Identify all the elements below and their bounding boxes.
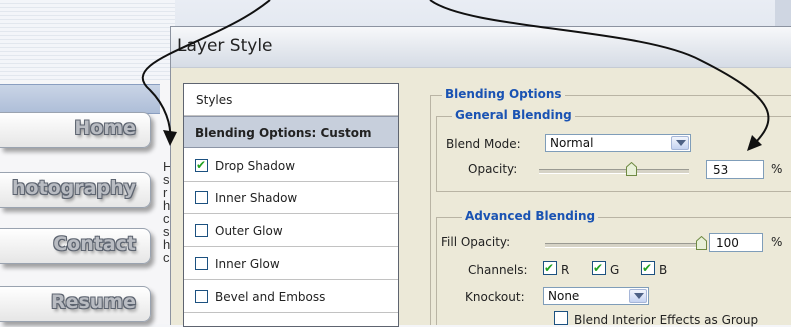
outer-glow-checkbox[interactable]	[195, 224, 208, 237]
styles-item-outer-glow[interactable]: Outer Glow	[184, 215, 398, 247]
layer-style-dialog: Layer Style Styles Blending Options: Cus…	[170, 26, 791, 327]
checkmark-icon: ✔	[642, 261, 653, 275]
nav-button-resume[interactable]: Resume	[0, 286, 151, 322]
blending-options-title: Blending Options	[442, 87, 565, 101]
styles-list: Styles Blending Options: Custom ✔ Drop S…	[183, 83, 399, 327]
styles-list-header[interactable]: Styles	[184, 84, 398, 116]
checkmark-icon: ✔	[544, 261, 555, 275]
styles-item-inner-glow[interactable]: Inner Glow	[184, 248, 398, 280]
channels-label: Channels:	[468, 263, 528, 277]
drop-shadow-checkbox[interactable]: ✔	[195, 158, 208, 172]
opacity-input[interactable]: 53	[706, 160, 764, 179]
opacity-slider[interactable]	[539, 169, 689, 174]
chevron-down-icon	[671, 136, 689, 150]
checkmark-icon: ✔	[593, 261, 604, 275]
checkmark-icon: ✔	[196, 158, 207, 172]
website-striped-banner	[0, 0, 175, 80]
chevron-down-icon	[629, 289, 647, 303]
channel-b-label: B	[659, 263, 668, 277]
channel-b-checkbox[interactable]: ✔	[641, 261, 655, 275]
blending-options-group-border-left	[430, 95, 431, 325]
styles-item-bevel-emboss[interactable]: Bevel and Emboss	[184, 281, 398, 313]
nav-button-photography[interactable]: hotography	[0, 172, 151, 208]
blend-interior-checkbox[interactable]	[554, 311, 568, 325]
styles-item-inner-shadow[interactable]: Inner Shadow	[184, 182, 398, 214]
dialog-titlebar[interactable]: Layer Style	[171, 27, 791, 68]
channel-r-checkbox[interactable]: ✔	[543, 261, 557, 275]
opacity-unit: %	[771, 162, 783, 176]
advanced-blending-border-left	[436, 217, 437, 325]
fill-opacity-unit: %	[771, 235, 783, 249]
nav-label: Contact	[53, 233, 136, 255]
blend-mode-label: Blend Mode:	[446, 137, 521, 151]
nav-label: Home	[74, 117, 136, 139]
channel-r-label: R	[561, 263, 570, 277]
advanced-blending-title: Advanced Blending	[462, 209, 599, 223]
website-nav-bar	[0, 84, 160, 114]
fill-opacity-slider[interactable]	[545, 243, 705, 248]
styles-item-blending-options[interactable]: Blending Options: Custom	[184, 116, 398, 148]
knockout-label: Knockout:	[465, 290, 525, 304]
fill-opacity-label: Fill Opacity:	[441, 235, 511, 249]
nav-label: hotography	[11, 177, 136, 199]
nav-button-home[interactable]: Home	[0, 112, 151, 148]
knockout-select[interactable]: None	[543, 287, 649, 305]
nav-button-contact[interactable]: Contact	[0, 228, 151, 264]
channel-g-checkbox[interactable]: ✔	[592, 261, 606, 275]
bevel-emboss-checkbox[interactable]	[195, 290, 208, 303]
general-blending-title: General Blending	[452, 108, 575, 122]
channel-g-label: G	[610, 263, 620, 277]
nav-label: Resume	[50, 291, 136, 313]
general-blending-border-bottom	[436, 191, 791, 192]
inner-shadow-checkbox[interactable]	[195, 191, 208, 204]
website-corner-block	[775, 0, 791, 26]
fill-opacity-input[interactable]: 100	[709, 233, 763, 252]
dialog-title: Layer Style	[177, 36, 273, 56]
inner-glow-checkbox[interactable]	[195, 257, 208, 270]
opacity-slider-thumb[interactable]	[626, 161, 637, 176]
blend-interior-label: Blend Interior Effects as Group	[574, 313, 759, 327]
blend-mode-select[interactable]: Normal	[545, 134, 691, 152]
fill-opacity-slider-thumb[interactable]	[696, 235, 707, 250]
styles-item-drop-shadow[interactable]: ✔ Drop Shadow	[184, 150, 398, 182]
general-blending-border-left	[436, 116, 437, 191]
opacity-label: Opacity:	[468, 162, 518, 176]
